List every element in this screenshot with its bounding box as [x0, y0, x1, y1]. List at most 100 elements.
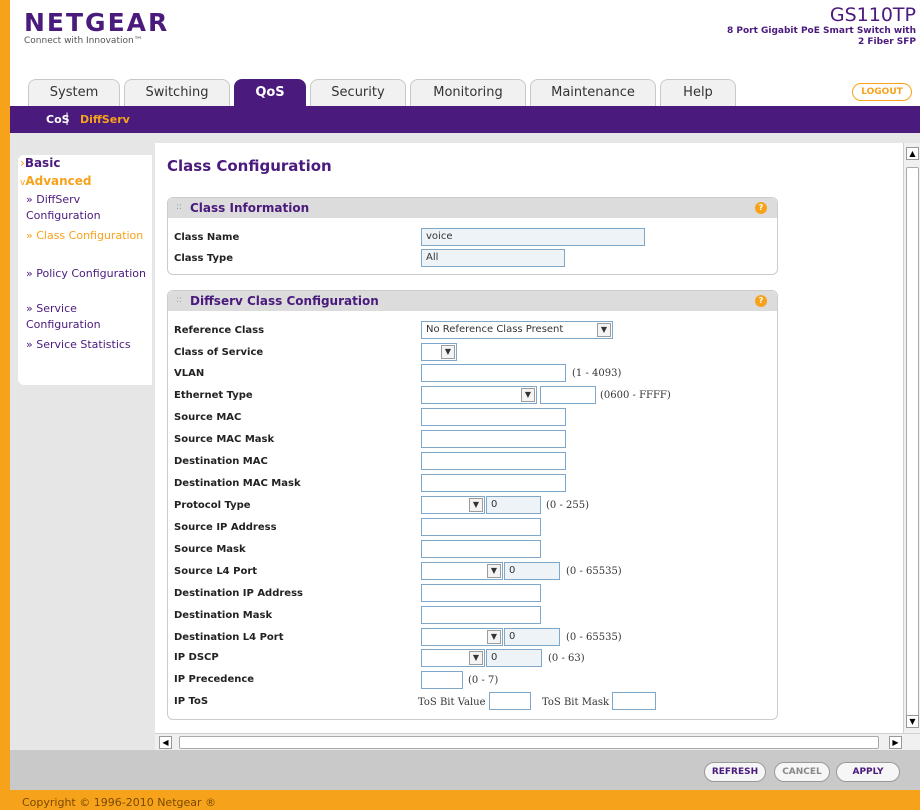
ethernet-type-input[interactable]	[540, 386, 596, 404]
drag-handle-icon: ::	[176, 202, 183, 212]
tab-monitoring[interactable]: Monitoring	[410, 79, 526, 106]
sidebar-item-service-configuration[interactable]: » Service Configuration	[26, 301, 150, 333]
drag-handle-icon: ::	[176, 295, 183, 305]
main-content: Class Configuration :: Class Information…	[155, 143, 903, 733]
destination-mac-mask-input[interactable]	[421, 474, 566, 492]
logout-button[interactable]: LOGOUT	[852, 83, 912, 101]
vlan-input[interactable]	[421, 364, 566, 382]
page: NETGEAR Connect with Innovation™ GS110TP…	[0, 0, 920, 810]
tab-help[interactable]: Help	[660, 79, 736, 106]
source-mac-mask-label: Source MAC Mask	[174, 434, 275, 445]
horizontal-scroll-thumb[interactable]	[179, 736, 879, 749]
sub-navigation: CoS | DiffServ	[10, 106, 920, 133]
sidebar-item-diffserv-configuration[interactable]: » DiffServ Configuration	[26, 192, 150, 224]
ip-dscp-label: IP DSCP	[174, 652, 219, 663]
sidebar-advanced[interactable]: vAdvanced	[20, 173, 92, 191]
subnav-separator: |	[65, 111, 70, 125]
vertical-scroll-thumb[interactable]	[906, 167, 919, 717]
ethernet-type-label: Ethernet Type	[174, 390, 253, 401]
ip-precedence-range: (0 - 7)	[468, 675, 499, 686]
diffserv-class-configuration-section: :: Diffserv Class Configuration ? Refere…	[167, 290, 778, 720]
source-l4-port-range: (0 - 65535)	[566, 566, 622, 577]
destination-ip-input[interactable]	[421, 584, 541, 602]
horizontal-scrollbar[interactable]: ◀ ▶	[155, 733, 920, 750]
protocol-type-value: 0	[486, 496, 541, 514]
copyright-text: Copyright © 1996-2010 Netgear ®	[22, 796, 217, 809]
sidebar-basic[interactable]: ›Basic	[20, 155, 60, 171]
refresh-button[interactable]: REFRESH	[704, 762, 766, 782]
netgear-logo: NETGEAR	[24, 8, 170, 37]
tab-security[interactable]: Security	[310, 79, 406, 106]
subnav-diffserv[interactable]: DiffServ	[80, 113, 130, 126]
reference-class-value: No Reference Class Present	[426, 324, 564, 335]
sidebar-item-class-configuration[interactable]: » Class Configuration	[26, 228, 150, 244]
ip-dscp-range: (0 - 63)	[548, 653, 585, 664]
class-name-label: Class Name	[174, 232, 240, 243]
help-icon[interactable]: ?	[755, 202, 767, 214]
vertical-scrollbar[interactable]: ▲ ▼	[903, 143, 920, 733]
source-l4-port-value: 0	[504, 562, 560, 580]
ip-precedence-label: IP Precedence	[174, 674, 255, 685]
source-mac-input[interactable]	[421, 408, 566, 426]
chevron-down-icon: ▼	[597, 323, 611, 337]
protocol-type-range: (0 - 255)	[546, 500, 589, 511]
scroll-up-icon[interactable]: ▲	[906, 147, 919, 160]
sidebar-basic-label: Basic	[24, 156, 61, 170]
reference-class-select[interactable]: No Reference Class Present ▼	[421, 321, 613, 339]
sidebar-item-service-statistics[interactable]: » Service Statistics	[26, 337, 150, 353]
scroll-right-icon[interactable]: ▶	[889, 736, 902, 749]
tos-bit-mask-input[interactable]	[612, 692, 656, 710]
product-description: 8 Port Gigabit PoE Smart Switch with 2 F…	[726, 26, 916, 47]
source-l4-port-select[interactable]: ▼	[421, 562, 503, 580]
ethernet-type-select[interactable]: ▼	[421, 386, 537, 404]
product-model: GS110TP	[829, 4, 916, 26]
source-mac-mask-input[interactable]	[421, 430, 566, 448]
source-ip-input[interactable]	[421, 518, 541, 536]
chevron-down-icon: ▼	[487, 630, 501, 644]
class-information-title: Class Information	[190, 201, 310, 215]
destination-mac-input[interactable]	[421, 452, 566, 470]
cancel-button[interactable]: CANCEL	[774, 762, 830, 782]
tab-system[interactable]: System	[28, 79, 120, 106]
sidebar-panel: ›Basic vAdvanced » DiffServ Configuratio…	[18, 155, 152, 385]
destination-mask-input[interactable]	[421, 606, 541, 624]
tab-qos[interactable]: QoS	[234, 79, 306, 106]
scroll-left-icon[interactable]: ◀	[159, 736, 172, 749]
class-type-label: Class Type	[174, 253, 233, 264]
chevron-down-icon: ▼	[469, 498, 483, 512]
left-accent-bar	[0, 0, 10, 810]
header: NETGEAR Connect with Innovation™ GS110TP…	[10, 0, 920, 75]
apply-button[interactable]: APPLY	[836, 762, 900, 782]
destination-l4-port-select[interactable]: ▼	[421, 628, 503, 646]
page-title: Class Configuration	[167, 157, 332, 175]
destination-l4-port-label: Destination L4 Port	[174, 632, 284, 643]
class-of-service-select[interactable]: ▼	[421, 343, 457, 361]
source-ip-label: Source IP Address	[174, 522, 277, 533]
destination-mac-label: Destination MAC	[174, 456, 268, 467]
destination-ip-label: Destination IP Address	[174, 588, 303, 599]
scroll-down-icon[interactable]: ▼	[906, 715, 919, 728]
chevron-down-icon: ▼	[441, 345, 455, 359]
tos-bit-value-input[interactable]	[489, 692, 531, 710]
ip-dscp-select[interactable]: ▼	[421, 649, 485, 667]
help-icon[interactable]: ?	[755, 295, 767, 307]
ethernet-type-range: (0600 - FFFF)	[600, 390, 671, 401]
sidebar-advanced-label: Advanced	[25, 174, 92, 188]
destination-mask-label: Destination Mask	[174, 610, 273, 621]
class-information-header: :: Class Information ?	[168, 198, 777, 218]
ip-tos-label: IP ToS	[174, 696, 209, 707]
divider-strip	[10, 133, 920, 143]
ip-precedence-input[interactable]	[421, 671, 463, 689]
protocol-type-select[interactable]: ▼	[421, 496, 485, 514]
chevron-down-icon: ▼	[521, 388, 535, 402]
source-mask-label: Source Mask	[174, 544, 246, 555]
source-l4-port-label: Source L4 Port	[174, 566, 258, 577]
tab-maintenance[interactable]: Maintenance	[530, 79, 656, 106]
vlan-label: VLAN	[174, 368, 205, 379]
sidebar-item-policy-configuration[interactable]: » Policy Configuration	[26, 266, 150, 282]
tab-switching[interactable]: Switching	[124, 79, 230, 106]
source-mask-input[interactable]	[421, 540, 541, 558]
class-information-section: :: Class Information ? Class Name voice …	[167, 197, 778, 275]
diffserv-config-title: Diffserv Class Configuration	[190, 294, 379, 308]
product-info: GS110TP 8 Port Gigabit PoE Smart Switch …	[726, 4, 916, 48]
